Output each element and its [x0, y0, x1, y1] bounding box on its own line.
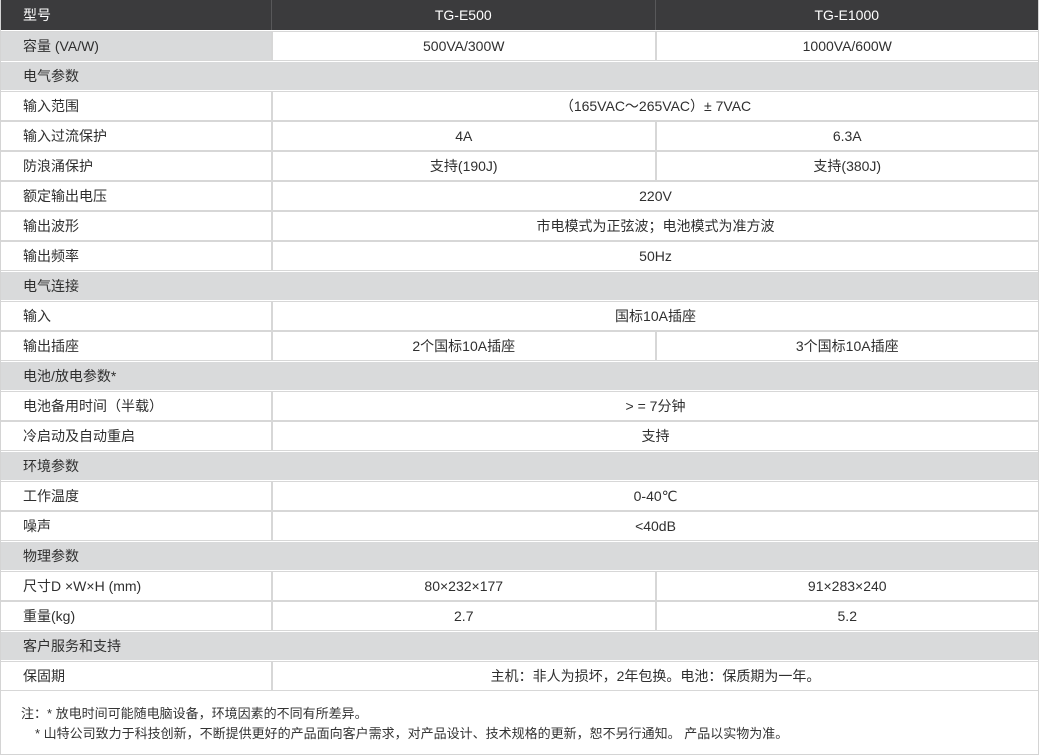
spec-label: 输入 [1, 302, 271, 330]
spec-label: 尺寸D ×W×H (mm) [1, 572, 271, 600]
spec-row: 重量(kg)2.75.2 [1, 602, 1038, 630]
spec-value-2: 3个国标10A插座 [655, 332, 1039, 360]
spec-label: 电池备用时间（半载） [1, 392, 271, 420]
spec-value-1: 2.7 [271, 602, 655, 630]
section-header-row: 客户服务和支持 [1, 632, 1038, 660]
spec-row: 输入范围（165VAC～265VAC）± 7VAC [1, 92, 1038, 120]
spec-row: 输出频率50Hz [1, 242, 1038, 270]
spec-value-1: 80×232×177 [271, 572, 655, 600]
spec-row: 尺寸D ×W×H (mm)80×232×17791×283×240 [1, 572, 1038, 600]
spec-value-span: 50Hz [271, 242, 1038, 270]
spec-row: 冷启动及自动重启支持 [1, 422, 1038, 450]
spec-value-1: 支持(190J) [271, 152, 655, 180]
column-header-product-2: TG-E1000 [655, 0, 1039, 30]
spec-value-2: 5.2 [655, 602, 1039, 630]
section-title: 物理参数 [1, 542, 1038, 570]
spec-value-span: 0-40℃ [271, 482, 1038, 510]
spec-row: 电池备用时间（半载）> = 7分钟 [1, 392, 1038, 420]
section-header-row: 物理参数 [1, 542, 1038, 570]
section-title: 电气参数 [1, 62, 1038, 90]
spec-label: 输出波形 [1, 212, 271, 240]
spec-value-span: （165VAC～265VAC）± 7VAC [271, 92, 1038, 120]
section-title: 电池/放电参数* [1, 362, 1038, 390]
section-header-row: 电池/放电参数* [1, 362, 1038, 390]
spec-row: 噪声<40dB [1, 512, 1038, 540]
footnote-line-1: 注：* 放电时间可能随电脑设备，环境因素的不同有所差异。 [21, 704, 1038, 724]
column-header-model: 型号 [1, 0, 271, 30]
section-header-row: 环境参数 [1, 452, 1038, 480]
spec-value-span: > = 7分钟 [271, 392, 1038, 420]
spec-label: 冷启动及自动重启 [1, 422, 271, 450]
spec-row: 输入国标10A插座 [1, 302, 1038, 330]
column-header-product-1: TG-E500 [271, 0, 655, 30]
spec-table: 型号TG-E500TG-E1000容量 (VA/W)500VA/300W1000… [1, 0, 1038, 690]
spec-row: 输出波形市电模式为正弦波；电池模式为准方波 [1, 212, 1038, 240]
spec-label: 输入过流保护 [1, 122, 271, 150]
section-title: 环境参数 [1, 452, 1038, 480]
spec-row: 额定输出电压220V [1, 182, 1038, 210]
spec-value-2: 支持(380J) [655, 152, 1039, 180]
spec-label: 输出插座 [1, 332, 271, 360]
spec-label: 保固期 [1, 662, 271, 690]
spec-label: 额定输出电压 [1, 182, 271, 210]
section-title: 电气连接 [1, 272, 1038, 300]
spec-label: 容量 (VA/W) [1, 32, 271, 60]
spec-value-1: 4A [271, 122, 655, 150]
spec-value-span: 国标10A插座 [271, 302, 1038, 330]
spec-label: 工作温度 [1, 482, 271, 510]
spec-value-span: 支持 [271, 422, 1038, 450]
spec-value-span: <40dB [271, 512, 1038, 540]
spec-value-span: 市电模式为正弦波；电池模式为准方波 [271, 212, 1038, 240]
spec-label: 输入范围 [1, 92, 271, 120]
spec-row: 容量 (VA/W)500VA/300W1000VA/600W [1, 32, 1038, 60]
spec-value-1: 2个国标10A插座 [271, 332, 655, 360]
table-header-row: 型号TG-E500TG-E1000 [1, 0, 1038, 30]
spec-row: 保固期主机：非人为损坏，2年包换。电池：保质期为一年。 [1, 662, 1038, 690]
spec-label: 防浪涌保护 [1, 152, 271, 180]
spec-row: 防浪涌保护支持(190J)支持(380J) [1, 152, 1038, 180]
spec-value-2: 1000VA/600W [655, 32, 1039, 60]
spec-value-2: 91×283×240 [655, 572, 1039, 600]
section-title: 客户服务和支持 [1, 632, 1038, 660]
spec-value-span: 主机：非人为损坏，2年包换。电池：保质期为一年。 [271, 662, 1038, 690]
spec-value-2: 6.3A [655, 122, 1039, 150]
spec-value-span: 220V [271, 182, 1038, 210]
spec-label: 输出频率 [1, 242, 271, 270]
section-header-row: 电气连接 [1, 272, 1038, 300]
spec-row: 输入过流保护4A6.3A [1, 122, 1038, 150]
spec-label: 重量(kg) [1, 602, 271, 630]
section-header-row: 电气参数 [1, 62, 1038, 90]
spec-row: 输出插座2个国标10A插座3个国标10A插座 [1, 332, 1038, 360]
spec-label: 噪声 [1, 512, 271, 540]
spec-sheet: 型号TG-E500TG-E1000容量 (VA/W)500VA/300W1000… [0, 0, 1039, 755]
spec-row: 工作温度0-40℃ [1, 482, 1038, 510]
footnote-line-2: * 山特公司致力于科技创新，不断提供更好的产品面向客户需求，对产品设计、技术规格… [21, 724, 1038, 744]
footnotes: 注：* 放电时间可能随电脑设备，环境因素的不同有所差异。 * 山特公司致力于科技… [1, 692, 1038, 744]
spec-value-1: 500VA/300W [271, 32, 655, 60]
